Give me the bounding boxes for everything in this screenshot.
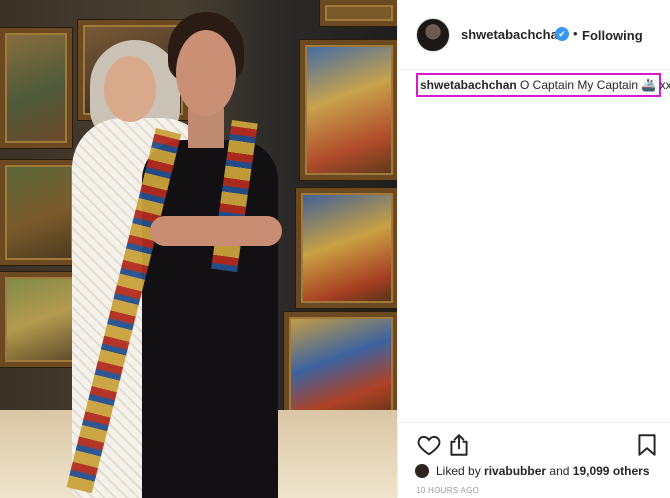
following-button[interactable]: Following [582, 28, 643, 43]
likes-count[interactable]: 19,099 others [573, 464, 650, 478]
instagram-post: shwetabachchan ✔ • Following shwetabachc… [0, 0, 670, 498]
post-photo[interactable] [0, 0, 397, 498]
heart-outline-icon[interactable] [416, 432, 442, 458]
woman-left-face [104, 56, 156, 122]
painting-panel [0, 160, 78, 265]
header-separator: • [573, 26, 578, 41]
post-timestamp[interactable]: 10 HOURS AGO [416, 486, 479, 495]
caption-text: O Captain My Captain 🚢 xx [520, 78, 670, 92]
profile-avatar[interactable] [416, 18, 450, 52]
painting-panel [0, 272, 80, 367]
embracing-arm [150, 216, 282, 246]
liker-username[interactable]: rivabubber [484, 464, 546, 478]
liker-avatar[interactable] [415, 464, 429, 478]
caption-username[interactable]: shwetabachchan [420, 78, 517, 92]
woman-right-face [176, 30, 236, 116]
share-icon[interactable] [446, 432, 472, 458]
likes-prefix: Liked by [436, 464, 481, 478]
painting-panel [0, 28, 72, 148]
likes-connector: and [549, 464, 570, 478]
painting-panel [300, 40, 397, 180]
bookmark-outline-icon[interactable] [634, 432, 660, 458]
post-sidebar: shwetabachchan ✔ • Following shwetabachc… [397, 0, 670, 498]
likes-row: Liked by rivabubber and 19,099 others [415, 462, 650, 480]
post-header: shwetabachchan ✔ • Following [398, 0, 670, 70]
likes-summary: Liked by rivabubber and 19,099 others [436, 464, 650, 478]
verified-badge-icon: ✔ [555, 27, 569, 41]
painting-panel [296, 188, 397, 308]
painting-panel [320, 0, 397, 26]
header-username[interactable]: shwetabachchan [461, 27, 566, 42]
